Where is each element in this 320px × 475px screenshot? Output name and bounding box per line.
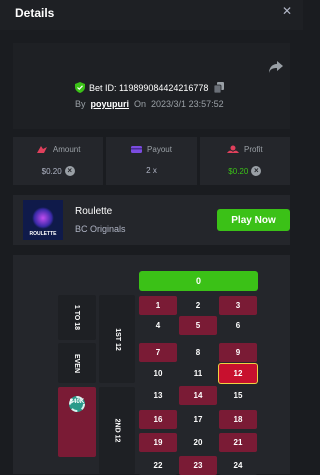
amount-stat: Amount $0.20 × — [13, 137, 104, 185]
payout-value: 2 x — [146, 166, 157, 175]
even-bet-cell[interactable]: EVEN — [58, 343, 96, 383]
low-bet-cell[interactable]: 1 TO 18 — [58, 295, 96, 340]
number-cell[interactable]: 22 — [139, 456, 177, 475]
number-cell[interactable]: 12 — [219, 364, 257, 383]
amount-value: $0.20 — [41, 166, 62, 176]
number-cell[interactable]: 9 — [219, 343, 257, 362]
number-cell[interactable]: 1 — [139, 296, 177, 315]
second-dozen-cell[interactable]: 2ND 12 — [99, 387, 135, 474]
profit-stat: Profit $0.20 × — [199, 137, 290, 185]
roulette-wheel-icon — [32, 207, 54, 229]
game-thumbnail[interactable]: ROULETTE — [23, 200, 63, 240]
amount-icon — [36, 146, 47, 153]
number-cell[interactable]: 16 — [139, 410, 177, 429]
bet-datetime: 2023/3/1 23:57:52 — [151, 99, 224, 109]
game-name: Roulette — [75, 206, 113, 217]
on-label: On — [134, 99, 147, 109]
number-cell[interactable]: 20 — [179, 433, 217, 452]
bet-stats: Amount $0.20 × Payout 2 x Profit $0.20 × — [13, 137, 290, 185]
play-now-button[interactable]: Play Now — [217, 209, 290, 231]
chip-amount: $40K — [69, 399, 85, 405]
profit-label: Profit — [243, 145, 263, 154]
first-dozen-cell[interactable]: 1ST 12 — [99, 295, 135, 383]
share-icon[interactable] — [268, 60, 284, 74]
username-link[interactable]: poyupuri — [91, 99, 130, 109]
thumbnail-label: ROULETTE — [29, 231, 57, 237]
second-dozen-label: 2ND 12 — [113, 418, 121, 443]
page-title: Details — [15, 6, 55, 20]
number-cell[interactable]: 24 — [219, 456, 257, 475]
number-cell[interactable]: 11 — [179, 364, 217, 383]
payout-label: Payout — [147, 145, 172, 154]
bet-id: Bet ID: 119899084424216778 — [89, 82, 209, 93]
even-bet-label: EVEN — [73, 353, 81, 373]
number-cell[interactable]: 10 — [139, 364, 177, 383]
coin-icon: × — [251, 166, 262, 176]
number-cell[interactable]: 8 — [179, 343, 217, 362]
number-cell[interactable]: 2 — [179, 296, 217, 315]
copy-icon[interactable] — [214, 82, 225, 93]
number-cell[interactable]: 3 — [219, 296, 257, 315]
number-cell[interactable]: 18 — [219, 410, 257, 429]
number-cell[interactable]: 23 — [179, 456, 217, 475]
payout-stat: Payout 2 x — [106, 137, 197, 185]
number-cell[interactable]: 13 — [139, 386, 177, 405]
bet-author-row: By poyupuri On 2023/3/1 23:57:52 — [75, 99, 224, 109]
by-label: By — [75, 99, 86, 109]
number-cell[interactable]: 17 — [179, 410, 217, 429]
amount-label: Amount — [52, 145, 81, 154]
close-icon[interactable]: ✕ — [282, 4, 292, 18]
zero-cell[interactable]: 0 — [139, 271, 258, 291]
number-cell[interactable]: 21 — [219, 433, 257, 452]
number-cell[interactable]: 19 — [139, 433, 177, 452]
number-cell[interactable]: 6 — [219, 316, 257, 335]
number-cell[interactable]: 14 — [179, 386, 217, 405]
profit-icon — [226, 145, 239, 153]
payout-icon — [131, 146, 143, 153]
number-cell[interactable]: 7 — [139, 343, 177, 362]
details-header: Details ✕ — [0, 0, 303, 30]
game-provider: BC Originals — [75, 224, 126, 234]
number-cell[interactable]: 15 — [219, 386, 257, 405]
low-bet-label: 1 TO 18 — [73, 304, 81, 331]
number-cell[interactable]: 4 — [139, 316, 177, 335]
profit-value: $0.20 — [228, 166, 249, 176]
shield-check-icon — [75, 82, 85, 93]
number-cell[interactable]: 5 — [179, 316, 217, 335]
first-dozen-label: 1ST 12 — [113, 327, 121, 351]
bet-id-row: Bet ID: 119899084424216778 — [75, 82, 225, 93]
coin-icon: × — [64, 166, 75, 176]
